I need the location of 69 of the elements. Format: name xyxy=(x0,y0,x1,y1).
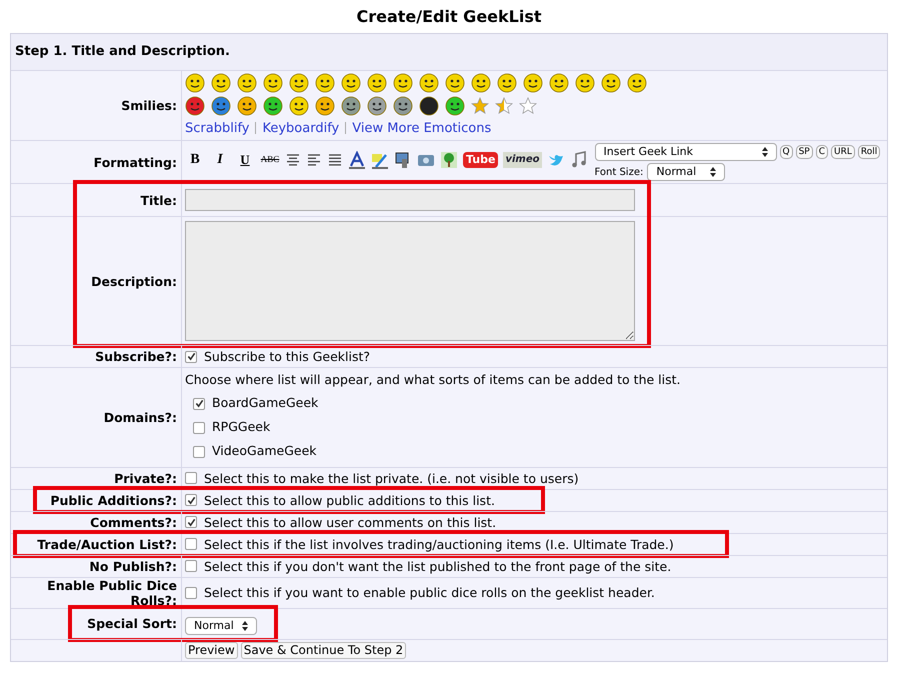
option-description: Select this to allow user comments on this list. xyxy=(204,514,496,531)
tag-button[interactable]: SP xyxy=(796,145,813,159)
video-button[interactable]: Tube xyxy=(463,152,498,168)
page-title: Create/Edit GeekList xyxy=(355,6,543,28)
option-description: Select this if the list involves trading/auctioning items (I.e. Ultimate Trade.) xyxy=(204,536,674,553)
field-label: No Publish?: xyxy=(89,558,177,574)
emoticon-link[interactable]: View More Emoticons xyxy=(352,118,492,138)
special-sort-select[interactable]: Normal xyxy=(185,617,257,635)
option-description: Subscribe to this Geeklist? xyxy=(204,348,370,365)
checkbox[interactable] xyxy=(185,538,197,550)
font-size-label: Font Size: xyxy=(594,166,644,180)
save-continue-button[interactable]: Save & Continue To Step 2 xyxy=(240,642,406,659)
font-size-select[interactable]: Normal xyxy=(647,163,726,181)
field-label: Title: xyxy=(140,192,177,208)
align-left-icon[interactable] xyxy=(306,152,322,168)
preview-button[interactable]: Preview xyxy=(185,642,238,659)
format-button[interactable]: I xyxy=(210,149,230,170)
font-color-icon[interactable] xyxy=(348,150,366,168)
domain-option: BoardGameGeek xyxy=(212,394,318,414)
option-description: Select this if you don't want the list published to the front page of the site. xyxy=(204,558,672,575)
align-center-icon[interactable] xyxy=(285,152,301,168)
checkbox[interactable] xyxy=(193,398,205,410)
option-description: Select this to allow public additions to this list. xyxy=(204,492,495,509)
field-label: Private?: xyxy=(114,470,177,486)
emoticon-link[interactable]: Keyboardify xyxy=(262,118,340,138)
justify-icon[interactable] xyxy=(327,152,343,168)
option-description: Select this to make the list private. (i.e. not visible to users) xyxy=(204,470,579,487)
updown-arrows-icon xyxy=(762,147,768,157)
star-icon[interactable] xyxy=(519,96,537,114)
field-label: Formatting: xyxy=(94,154,177,170)
option-description: Select this if you want to enable public dice rolls on the geeklist header. xyxy=(204,584,655,602)
checkbox[interactable] xyxy=(185,350,197,362)
music-note-icon[interactable] xyxy=(570,150,588,168)
checkbox[interactable] xyxy=(185,516,197,528)
checkbox[interactable] xyxy=(185,472,197,484)
step-header: Step 1. Title and Description. xyxy=(11,34,887,70)
tag-button[interactable]: URL xyxy=(831,145,855,159)
field-label: Special Sort: xyxy=(87,616,177,632)
updown-arrows-icon xyxy=(710,167,716,177)
emoticon-link[interactable]: Scrabblify xyxy=(185,118,250,138)
field-label: Public Additions?: xyxy=(50,492,177,508)
field-label: Enable Public Dice Rolls?: xyxy=(46,578,177,608)
format-button[interactable]: U xyxy=(235,150,255,170)
tag-button[interactable]: Roll xyxy=(858,145,880,159)
title-input[interactable] xyxy=(185,189,635,211)
domains-hint: Choose where list will appear, and what sorts of items can be added to the list. xyxy=(185,371,681,389)
checkbox[interactable] xyxy=(185,494,197,506)
checkbox[interactable] xyxy=(193,446,205,458)
field-label: Smilies: xyxy=(121,98,177,113)
tag-button[interactable]: Q xyxy=(780,145,793,159)
video-button[interactable]: vimeo xyxy=(503,152,542,168)
format-button[interactable]: B xyxy=(185,149,205,170)
checkbox[interactable] xyxy=(185,586,197,599)
geek-link-select[interactable]: Insert Geek Link xyxy=(594,143,776,161)
tree-icon[interactable] xyxy=(440,150,458,168)
checkbox[interactable] xyxy=(193,422,205,434)
star-icon[interactable] xyxy=(471,96,489,114)
field-label: Domains?: xyxy=(104,410,177,425)
domain-option: RPGGeek xyxy=(212,418,270,438)
field-label: Trade/Auction List?: xyxy=(37,536,177,552)
tag-button[interactable]: C xyxy=(816,145,828,159)
star-icon[interactable] xyxy=(495,96,513,114)
checkbox[interactable] xyxy=(185,560,197,572)
field-label: Subscribe?: xyxy=(95,349,177,364)
domain-option: VideoGameGeek xyxy=(212,442,317,462)
format-button[interactable]: ABC xyxy=(260,152,280,166)
updown-arrows-icon xyxy=(242,621,248,631)
field-label: Comments?: xyxy=(90,514,177,530)
field-label: Description: xyxy=(91,274,177,288)
